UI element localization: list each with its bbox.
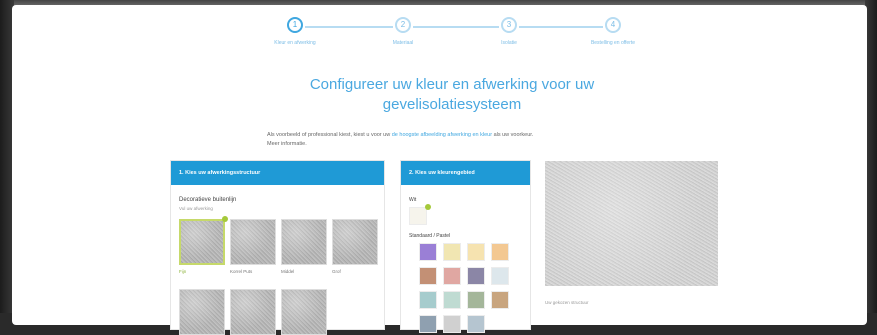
finish-panel-header: 1. Kies uw afwerkingsstructuur	[171, 161, 384, 185]
step-label: Bestelling en offerte	[590, 40, 636, 46]
selected-check-icon	[425, 204, 431, 210]
intro-text-end: als uw voorkeur.	[493, 132, 534, 138]
step-label: Materiaal	[392, 40, 414, 46]
finish-swatch-grof[interactable]	[332, 219, 378, 265]
page-title: Configureer uw kleur en afwerking voor u…	[309, 76, 595, 113]
color-panel: 2. Kies uw kleurengebied Wit Standaard /…	[400, 160, 531, 333]
color-chip[interactable]	[443, 267, 461, 285]
configurator-page: 1 Kleur en afwerking 2 Materiaal 3 Isola…	[12, 5, 867, 335]
finish-swatch[interactable]	[230, 289, 276, 335]
finish-group-title: Decoratieve buitenlijn	[179, 197, 237, 203]
color-chip[interactable]	[467, 267, 485, 285]
step-2[interactable]: 2 Materiaal	[363, 17, 443, 46]
finish-swatch-label: Grof	[332, 269, 341, 274]
color-chip[interactable]	[467, 291, 485, 309]
color-chip[interactable]	[419, 267, 437, 285]
color-chip[interactable]	[467, 315, 485, 333]
finish-swatch-label: Middel	[281, 269, 295, 274]
finish-preview-image	[545, 161, 718, 286]
intro-link[interactable]: de hoogste afbeelding afwerking en kleur	[392, 132, 492, 138]
color-panel-header: 2. Kies uw kleurengebied	[401, 161, 530, 185]
color-chip[interactable]	[443, 243, 461, 261]
finish-swatch-middel[interactable]	[281, 219, 327, 265]
step-label: Isolatie	[501, 40, 517, 46]
palette-label: Standaard / Pastel	[409, 233, 451, 239]
color-chip[interactable]	[419, 243, 437, 261]
color-chip[interactable]	[491, 267, 509, 285]
finish-swatch[interactable]	[281, 289, 327, 335]
preview-caption: Uw gekozen structuur	[545, 300, 589, 305]
intro-text-start: Als voorbeeld of professional kiest, kie…	[267, 132, 391, 138]
color-chip[interactable]	[443, 291, 461, 309]
step-number: 1	[287, 17, 303, 33]
selected-check-icon	[222, 216, 228, 222]
progress-stepper: 1 Kleur en afwerking 2 Materiaal 3 Isola…	[267, 17, 657, 57]
intro-text-line2: Meer informatie.	[267, 141, 307, 147]
step-1[interactable]: 1 Kleur en afwerking	[255, 17, 335, 46]
color-chip[interactable]	[419, 291, 437, 309]
intro-text: Als voorbeeld of professional kiest, kie…	[267, 131, 647, 149]
color-chip[interactable]	[467, 243, 485, 261]
step-4[interactable]: 4 Bestelling en offerte	[573, 17, 653, 46]
white-label: Wit	[409, 197, 417, 203]
finish-panel: 1. Kies uw afwerkingsstructuur Decoratie…	[170, 160, 385, 335]
color-chip[interactable]	[443, 315, 461, 333]
color-chip[interactable]	[419, 315, 437, 333]
finish-swatch-korrel[interactable]	[230, 219, 276, 265]
finish-swatch-fijn[interactable]	[179, 219, 225, 265]
finish-swatch-label: Fijn	[179, 269, 187, 274]
finish-swatch[interactable]	[179, 289, 225, 335]
color-chip[interactable]	[491, 291, 509, 309]
step-3[interactable]: 3 Isolatie	[469, 17, 549, 46]
finish-group-subtitle: Vul uw afwerking	[179, 206, 213, 211]
finish-swatch-label: Korrel Puts	[230, 269, 253, 274]
step-number: 3	[501, 17, 517, 33]
color-chip[interactable]	[491, 243, 509, 261]
color-chip-white[interactable]	[409, 207, 427, 225]
step-label: Kleur en afwerking	[274, 40, 316, 46]
step-number: 4	[605, 17, 621, 33]
step-number: 2	[395, 17, 411, 33]
